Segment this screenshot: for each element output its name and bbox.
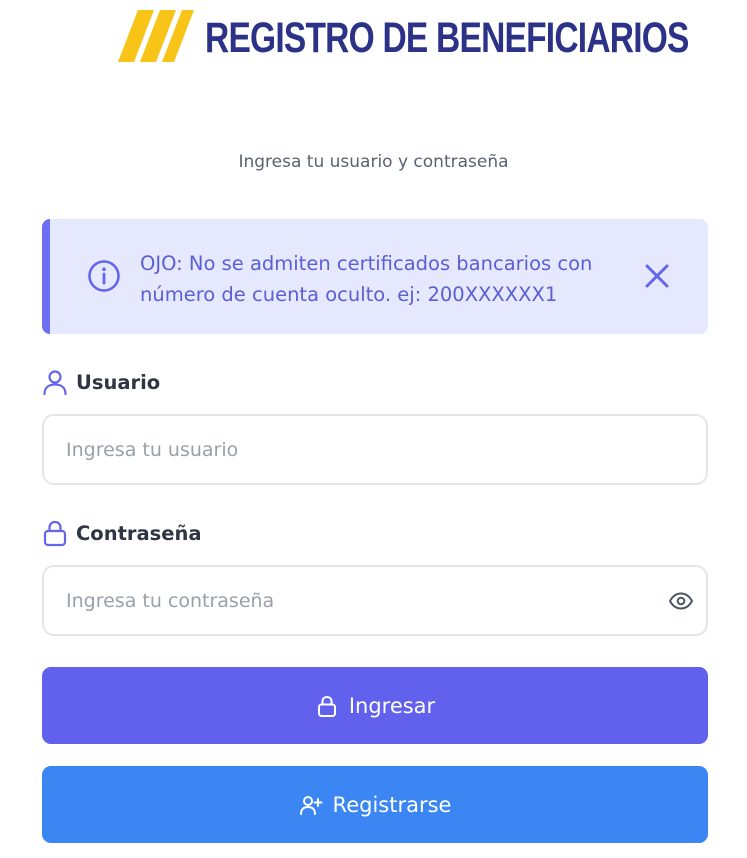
alert-message: OJO: No se admiten certificados bancario… — [140, 252, 593, 306]
info-alert: OJO: No se admiten certificados bancario… — [42, 219, 708, 334]
page-header: REGISTRO DE BENEFICIARIOS — [0, 6, 747, 70]
alert-accent-bar — [42, 219, 50, 334]
password-label: Contraseña — [42, 519, 202, 547]
close-icon[interactable] — [640, 259, 674, 293]
register-button-label: Registrarse — [332, 792, 452, 817]
login-button[interactable]: Ingresar — [42, 667, 708, 744]
info-icon — [87, 259, 121, 293]
triple-slash-logo-icon — [116, 10, 196, 66]
username-label-text: Usuario — [76, 370, 161, 394]
user-icon — [42, 368, 68, 396]
eye-icon[interactable] — [668, 589, 694, 613]
username-field-container — [42, 414, 708, 485]
login-instructions: Ingresa tu usuario y contraseña — [238, 152, 509, 172]
login-button-label: Ingresar — [348, 693, 436, 718]
register-button[interactable]: Registrarse — [42, 766, 708, 843]
lock-icon — [315, 694, 339, 718]
password-field-container — [42, 565, 708, 636]
lock-icon — [42, 519, 68, 547]
user-plus-icon — [299, 793, 323, 817]
password-label-text: Contraseña — [76, 521, 202, 545]
username-input[interactable] — [66, 416, 646, 483]
username-label: Usuario — [42, 368, 160, 396]
page-title: REGISTRO DE BENEFICIARIOS — [205, 14, 689, 62]
password-input[interactable] — [66, 567, 646, 634]
